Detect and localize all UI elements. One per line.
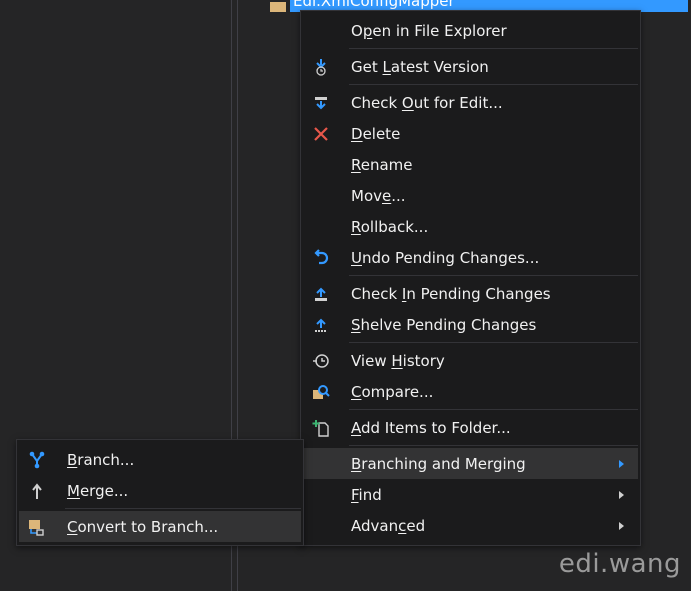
- menu-item-check-out-for-edit[interactable]: Check Out for Edit...: [301, 87, 640, 118]
- menu-item-get-latest-version[interactable]: Get Latest Version: [301, 51, 640, 82]
- menu-item-branch[interactable]: Branch...: [17, 444, 303, 475]
- menu-item-label: Branch...: [67, 450, 135, 469]
- menu-separator: [349, 409, 638, 410]
- menu-item-view-history[interactable]: View History: [301, 345, 640, 376]
- menu-item-label: Move...: [351, 186, 406, 205]
- check-in-icon: [301, 278, 341, 309]
- folder-icon: [270, 2, 286, 12]
- menu-item-shelve-pending-changes[interactable]: Shelve Pending Changes: [301, 309, 640, 340]
- menu-item-label: Rename: [351, 155, 413, 174]
- tree-node-label: Edi.XmlConfigMapper: [293, 0, 455, 10]
- menu-item-find[interactable]: Find: [301, 479, 640, 510]
- menu-item-branching-and-merging[interactable]: Branching and Merging: [303, 448, 638, 479]
- menu-separator: [349, 48, 638, 49]
- menu-item-undo-pending-changes[interactable]: Undo Pending Changes...: [301, 242, 640, 273]
- menu-item-rename[interactable]: Rename: [301, 149, 640, 180]
- menu-item-label: Find: [351, 485, 382, 504]
- menu-item-add-items-to-folder[interactable]: Add Items to Folder...: [301, 412, 640, 443]
- history-icon: [301, 345, 341, 376]
- menu-item-open-in-file-explorer[interactable]: Open in File Explorer: [301, 15, 640, 46]
- branch-icon: [17, 444, 57, 475]
- menu-separator: [65, 508, 301, 509]
- menu-separator: [349, 275, 638, 276]
- menu-item-label: View History: [351, 351, 445, 370]
- menu-item-label: Merge...: [67, 481, 129, 500]
- menu-icon-slot: [301, 479, 341, 510]
- menu-separator: [349, 342, 638, 343]
- menu-item-label: Branching and Merging: [351, 454, 526, 473]
- menu-item-advanced[interactable]: Advanced: [301, 510, 640, 541]
- menu-icon-slot: [301, 510, 341, 541]
- menu-separator: [349, 445, 638, 446]
- menu-item-delete[interactable]: Delete: [301, 118, 640, 149]
- check-out-icon: [301, 87, 341, 118]
- menu-item-move[interactable]: Move...: [301, 180, 640, 211]
- menu-item-compare[interactable]: Compare...: [301, 376, 640, 407]
- menu-item-label: Rollback...: [351, 217, 429, 236]
- submenu-arrow-icon: [619, 490, 624, 499]
- submenu-arrow-icon: [619, 459, 624, 468]
- add-items-icon: [301, 412, 341, 443]
- menu-item-rollback[interactable]: Rollback...: [301, 211, 640, 242]
- undo-icon: [301, 242, 341, 273]
- menu-icon-slot: [301, 211, 341, 242]
- menu-item-label: Convert to Branch...: [67, 517, 219, 536]
- branching-submenu: Branch... Merge... Convert to Branch...: [16, 439, 304, 546]
- menu-icon-slot: [301, 149, 341, 180]
- convert-to-branch-icon: [17, 511, 57, 542]
- menu-item-label: Open in File Explorer: [351, 21, 507, 40]
- menu-item-label: Check In Pending Changes: [351, 284, 551, 303]
- menu-item-label: Undo Pending Changes...: [351, 248, 540, 267]
- menu-item-label: Get Latest Version: [351, 57, 489, 76]
- shelve-icon: [301, 309, 341, 340]
- menu-item-label: Advanced: [351, 516, 426, 535]
- menu-icon-slot: [301, 180, 341, 211]
- menu-item-label: Delete: [351, 124, 401, 143]
- menu-item-check-in-pending-changes[interactable]: Check In Pending Changes: [301, 278, 640, 309]
- merge-icon: [17, 475, 57, 506]
- submenu-arrow-icon: [619, 521, 624, 530]
- menu-item-merge[interactable]: Merge...: [17, 475, 303, 506]
- compare-icon: [301, 376, 341, 407]
- menu-item-label: Compare...: [351, 382, 434, 401]
- menu-item-label: Check Out for Edit...: [351, 93, 503, 112]
- menu-icon-slot: [301, 15, 341, 46]
- watermark: edi.wang: [558, 549, 681, 579]
- menu-icon-slot: [301, 448, 341, 479]
- menu-item-label: Shelve Pending Changes: [351, 315, 537, 334]
- menu-separator: [349, 84, 638, 85]
- menu-item-label: Add Items to Folder...: [351, 418, 511, 437]
- context-menu: Open in File Explorer Get Latest Version C…: [300, 10, 641, 546]
- delete-icon: [301, 118, 341, 149]
- get-latest-icon: [301, 51, 341, 82]
- menu-item-convert-to-branch[interactable]: Convert to Branch...: [19, 511, 301, 542]
